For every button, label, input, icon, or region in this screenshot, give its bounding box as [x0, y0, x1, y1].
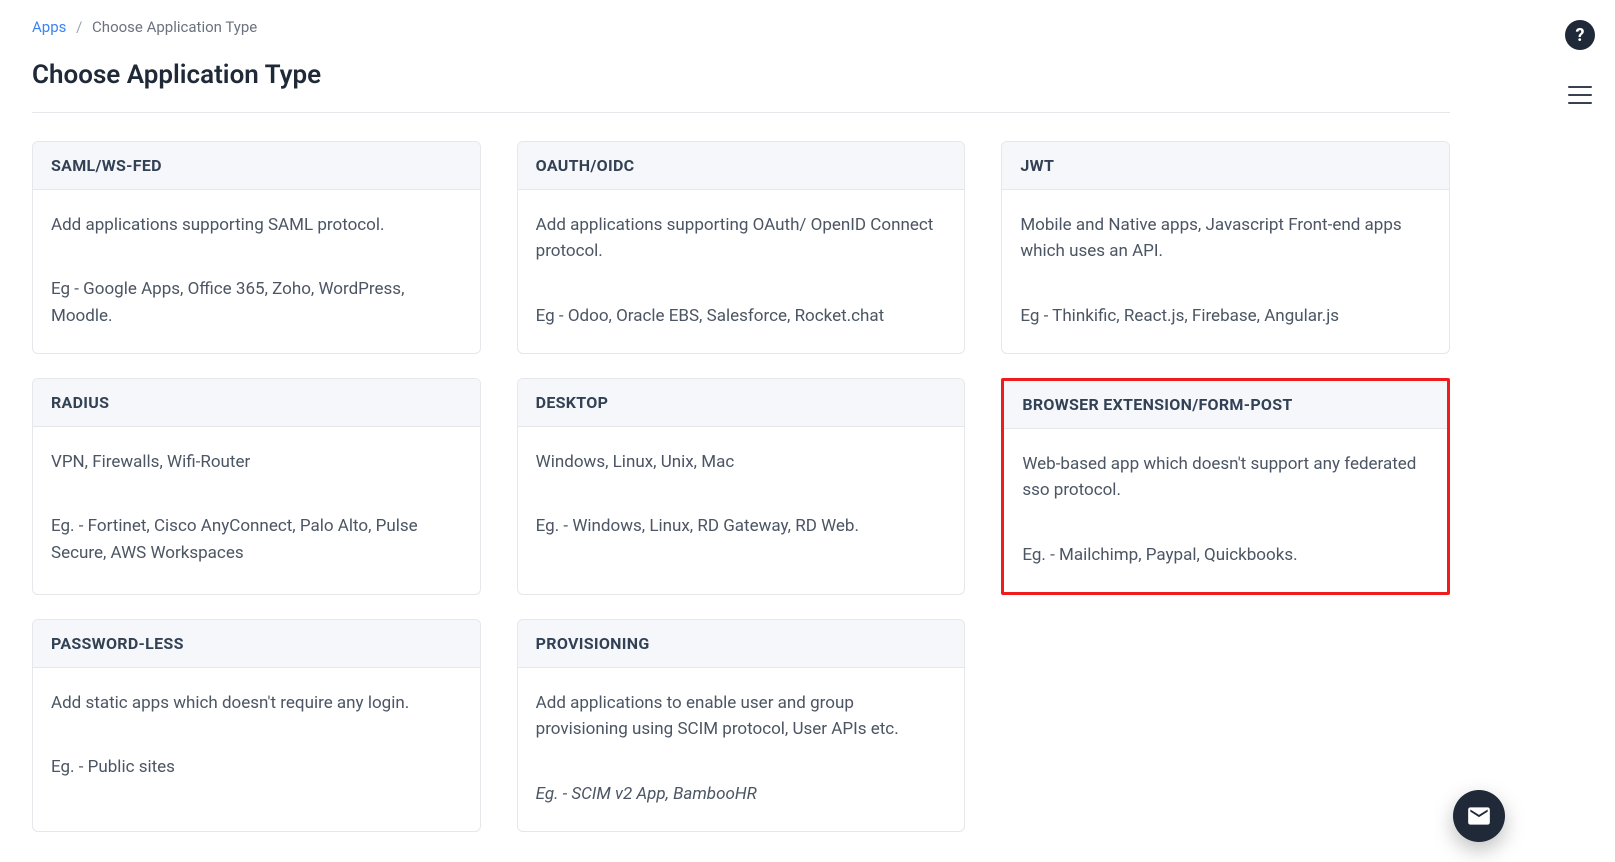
card-description: Mobile and Native apps, Javascript Front… — [1020, 212, 1431, 265]
app-type-card[interactable]: RADIUS VPN, Firewalls, Wifi-Router Eg. - F… — [32, 378, 481, 595]
card-title: RADIUS — [51, 393, 462, 412]
app-type-card[interactable]: DESKTOP Windows, Linux, Unix, Mac Eg. - Wi… — [517, 378, 966, 595]
card-description: Add applications supporting SAML protoco… — [51, 212, 462, 238]
breadcrumb-current: Choose Application Type — [92, 18, 257, 36]
card-examples: Eg. - Fortinet, Cisco AnyConnect, Palo A… — [51, 513, 462, 566]
card-header: JWT — [1002, 142, 1449, 190]
card-body: Add applications to enable user and grou… — [518, 668, 965, 831]
card-description: VPN, Firewalls, Wifi-Router — [51, 449, 462, 475]
app-type-card[interactable]: PROVISIONING Add applications to enable u… — [517, 619, 966, 832]
card-title: BROWSER EXTENSION/FORM-POST — [1022, 395, 1429, 414]
card-body: Add static apps which doesn't require an… — [33, 668, 480, 831]
app-type-grid: SAML/WS-FED Add applications supporting S… — [32, 141, 1450, 832]
card-body: Windows, Linux, Unix, Mac Eg. - Windows, … — [518, 427, 965, 594]
divider — [32, 112, 1450, 113]
card-title: DESKTOP — [536, 393, 947, 412]
mail-icon — [1466, 803, 1492, 829]
card-body: Web-based app which doesn't support any … — [1004, 429, 1447, 592]
card-header: DESKTOP — [518, 379, 965, 427]
card-examples: Eg. - Windows, Linux, RD Gateway, RD Web… — [536, 513, 947, 539]
card-examples: Eg - Google Apps, Office 365, Zoho, Word… — [51, 276, 462, 329]
card-examples: Eg - Odoo, Oracle EBS, Salesforce, Rocke… — [536, 303, 947, 329]
card-header: RADIUS — [33, 379, 480, 427]
card-header: OAUTH/OIDC — [518, 142, 965, 190]
card-header: BROWSER EXTENSION/FORM-POST — [1004, 381, 1447, 429]
card-title: SAML/WS-FED — [51, 156, 462, 175]
card-header: PROVISIONING — [518, 620, 965, 668]
card-examples: Eg. - SCIM v2 App, BambooHR — [536, 781, 947, 807]
card-body: Add applications supporting SAML protoco… — [33, 190, 480, 353]
card-title: PROVISIONING — [536, 634, 947, 653]
breadcrumb-root-link[interactable]: Apps — [32, 18, 66, 36]
help-icon[interactable]: ? — [1565, 20, 1595, 50]
card-title: PASSWORD-LESS — [51, 634, 462, 653]
card-description: Add applications to enable user and grou… — [536, 690, 947, 743]
card-body: Mobile and Native apps, Javascript Front… — [1002, 190, 1449, 353]
app-type-card[interactable]: SAML/WS-FED Add applications supporting S… — [32, 141, 481, 354]
card-title: OAUTH/OIDC — [536, 156, 947, 175]
page: Apps / Choose Application Type Choose Ap… — [0, 0, 1480, 832]
card-body: Add applications supporting OAuth/ OpenI… — [518, 190, 965, 353]
app-type-card[interactable]: OAUTH/OIDC Add applications supporting OA… — [517, 141, 966, 354]
card-description: Add applications supporting OAuth/ OpenI… — [536, 212, 947, 265]
app-type-card[interactable]: PASSWORD-LESS Add static apps which doesn… — [32, 619, 481, 832]
card-title: JWT — [1020, 156, 1431, 175]
app-type-card[interactable]: JWT Mobile and Native apps, Javascript Fr… — [1001, 141, 1450, 354]
hamburger-menu-icon[interactable] — [1568, 86, 1592, 104]
card-description: Add static apps which doesn't require an… — [51, 690, 462, 716]
breadcrumb-separator: / — [76, 18, 82, 36]
breadcrumb: Apps / Choose Application Type — [32, 18, 1450, 36]
card-examples: Eg. - Public sites — [51, 754, 462, 780]
right-rail: ? — [1565, 20, 1595, 104]
chat-fab[interactable] — [1453, 790, 1505, 842]
card-body: VPN, Firewalls, Wifi-Router Eg. - Fortine… — [33, 427, 480, 594]
app-type-card[interactable]: BROWSER EXTENSION/FORM-POST Web-based app… — [1001, 378, 1450, 595]
card-examples: Eg. - Mailchimp, Paypal, Quickbooks. — [1022, 542, 1429, 568]
card-examples: Eg - Thinkific, React.js, Firebase, Angu… — [1020, 303, 1431, 329]
card-description: Windows, Linux, Unix, Mac — [536, 449, 947, 475]
card-header: PASSWORD-LESS — [33, 620, 480, 668]
page-title: Choose Application Type — [32, 60, 1450, 90]
card-header: SAML/WS-FED — [33, 142, 480, 190]
card-description: Web-based app which doesn't support any … — [1022, 451, 1429, 504]
